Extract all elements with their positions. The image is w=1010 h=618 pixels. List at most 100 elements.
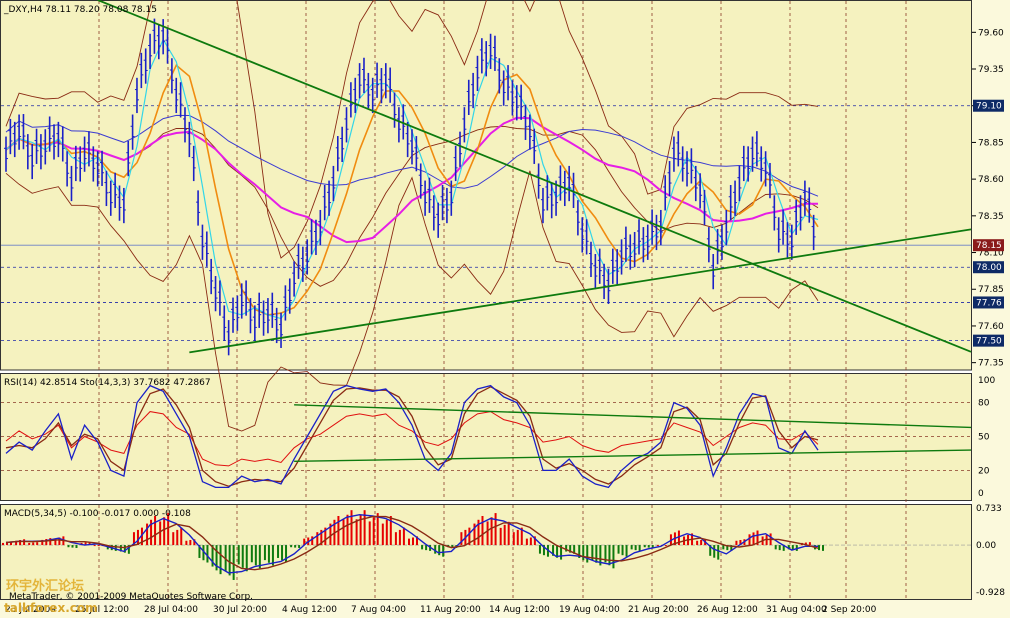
- macd-bar: [442, 545, 445, 557]
- price-tick-label: 79.35: [978, 65, 1004, 75]
- macd-bar: [529, 537, 532, 546]
- macd-bar: [752, 532, 755, 546]
- macd-bar: [394, 532, 397, 546]
- macd-bar: [595, 545, 598, 563]
- macd-bar: [696, 540, 699, 546]
- macd-bar: [381, 523, 384, 546]
- price-axis: [972, 0, 1010, 618]
- macd-bar: [425, 545, 428, 551]
- macd-bar: [481, 515, 484, 546]
- macd-bar: [398, 529, 401, 546]
- macd-bar: [189, 540, 192, 546]
- macd-bar: [245, 545, 248, 572]
- rsi-tick-label: 80: [978, 399, 990, 409]
- macd-bar: [486, 521, 489, 546]
- time-label: 26 Aug 12:00: [697, 605, 758, 615]
- macd-bar: [346, 514, 349, 546]
- macd-bar: [822, 545, 824, 551]
- macd-bar: [630, 545, 633, 550]
- macd-bar: [778, 545, 781, 551]
- rsi-tick-label: 0: [978, 489, 984, 499]
- macd-bar: [71, 545, 74, 548]
- macd-bar: [774, 545, 777, 550]
- rsi-tick-label: 20: [978, 466, 990, 476]
- macd-bar: [717, 545, 720, 560]
- macd-bar: [438, 545, 441, 556]
- macd-bar: [254, 545, 257, 566]
- macd-bar: [285, 545, 288, 563]
- macd-bar: [625, 545, 628, 557]
- macd-bar: [617, 545, 620, 554]
- chart-root: 23 Jul 2009 25 Jul 12:00 28 Jul 04:00 30 Ju…: [0, 0, 1010, 618]
- macd-bar: [67, 545, 70, 548]
- macd-bar: [538, 545, 541, 554]
- price-tick-label: 77.35: [978, 359, 1004, 369]
- macd-bar: [647, 545, 650, 548]
- watermark-site: talkforex.com: [4, 601, 98, 615]
- macd-bar: [290, 545, 293, 548]
- macd-bar: [250, 545, 253, 563]
- macd-bar: [818, 545, 820, 551]
- macd-bar: [180, 527, 183, 546]
- macd-bar: [97, 545, 100, 547]
- macd-bar: [612, 545, 615, 569]
- rsi-tick-label: 50: [978, 433, 990, 443]
- macd-bar: [372, 517, 375, 546]
- price-tick-label: 78.60: [978, 175, 1004, 185]
- macd-bar: [808, 542, 811, 546]
- macd-bar: [172, 532, 175, 546]
- macd-bar: [219, 545, 222, 575]
- macd-bar: [298, 545, 301, 548]
- macd-tick-label: 0.733: [976, 504, 1002, 514]
- macd-bar: [735, 540, 738, 546]
- macd-bar: [638, 545, 641, 551]
- price-tick-label: 79.60: [978, 28, 1004, 38]
- macd-bar: [206, 545, 209, 563]
- macd-bar: [355, 519, 358, 546]
- macd-bar: [512, 532, 515, 546]
- macd-bar: [228, 545, 231, 576]
- price-box-label: 77.50: [976, 337, 1002, 347]
- rsi-tick-label: 100: [978, 376, 995, 386]
- time-label: 7 Aug 04:00: [351, 605, 406, 615]
- time-label: 2 Sep 20:00: [822, 605, 877, 615]
- macd-bar: [643, 545, 646, 548]
- macd-bar: [385, 519, 388, 546]
- macd-bar: [159, 521, 162, 546]
- macd-bar: [294, 545, 297, 548]
- macd-bar: [490, 517, 493, 546]
- macd-bar: [582, 545, 585, 561]
- macd-bar: [163, 517, 166, 546]
- macd-bar: [241, 545, 244, 568]
- macd-bar: [114, 545, 117, 551]
- price-box-label: 79.10: [976, 102, 1002, 112]
- macd-bar: [412, 537, 414, 546]
- macd-bar: [621, 545, 624, 556]
- time-label: 28 Jul 04:00: [144, 605, 198, 615]
- macd-tick-label: 0.00: [976, 541, 996, 551]
- macd-bar: [136, 529, 139, 546]
- macd-tick-label: -0.928: [976, 588, 1005, 598]
- macd-bar: [232, 545, 235, 580]
- macd-bar: [176, 529, 179, 546]
- macd-bar: [748, 534, 751, 546]
- price-box-label: 78.00: [976, 263, 1002, 273]
- macd-bar: [494, 513, 497, 546]
- macd-bar: [36, 542, 39, 546]
- macd-bar: [281, 545, 284, 561]
- macd-bar: [311, 536, 314, 546]
- time-label: 11 Aug 20:00: [420, 605, 481, 615]
- macd-bar: [237, 545, 240, 565]
- macd-bar: [32, 542, 35, 546]
- macd-bar: [75, 545, 78, 548]
- macd-bar: [185, 540, 188, 546]
- macd-bar: [700, 540, 703, 546]
- time-label: 14 Aug 12:00: [489, 605, 550, 615]
- macd-bar: [634, 545, 637, 551]
- macd-bar: [525, 538, 528, 546]
- macd-bar: [656, 545, 659, 547]
- macd-bar: [503, 524, 506, 546]
- macd-bar: [499, 527, 502, 546]
- macd-bar: [402, 527, 405, 546]
- time-label: 30 Jul 20:00: [213, 605, 267, 615]
